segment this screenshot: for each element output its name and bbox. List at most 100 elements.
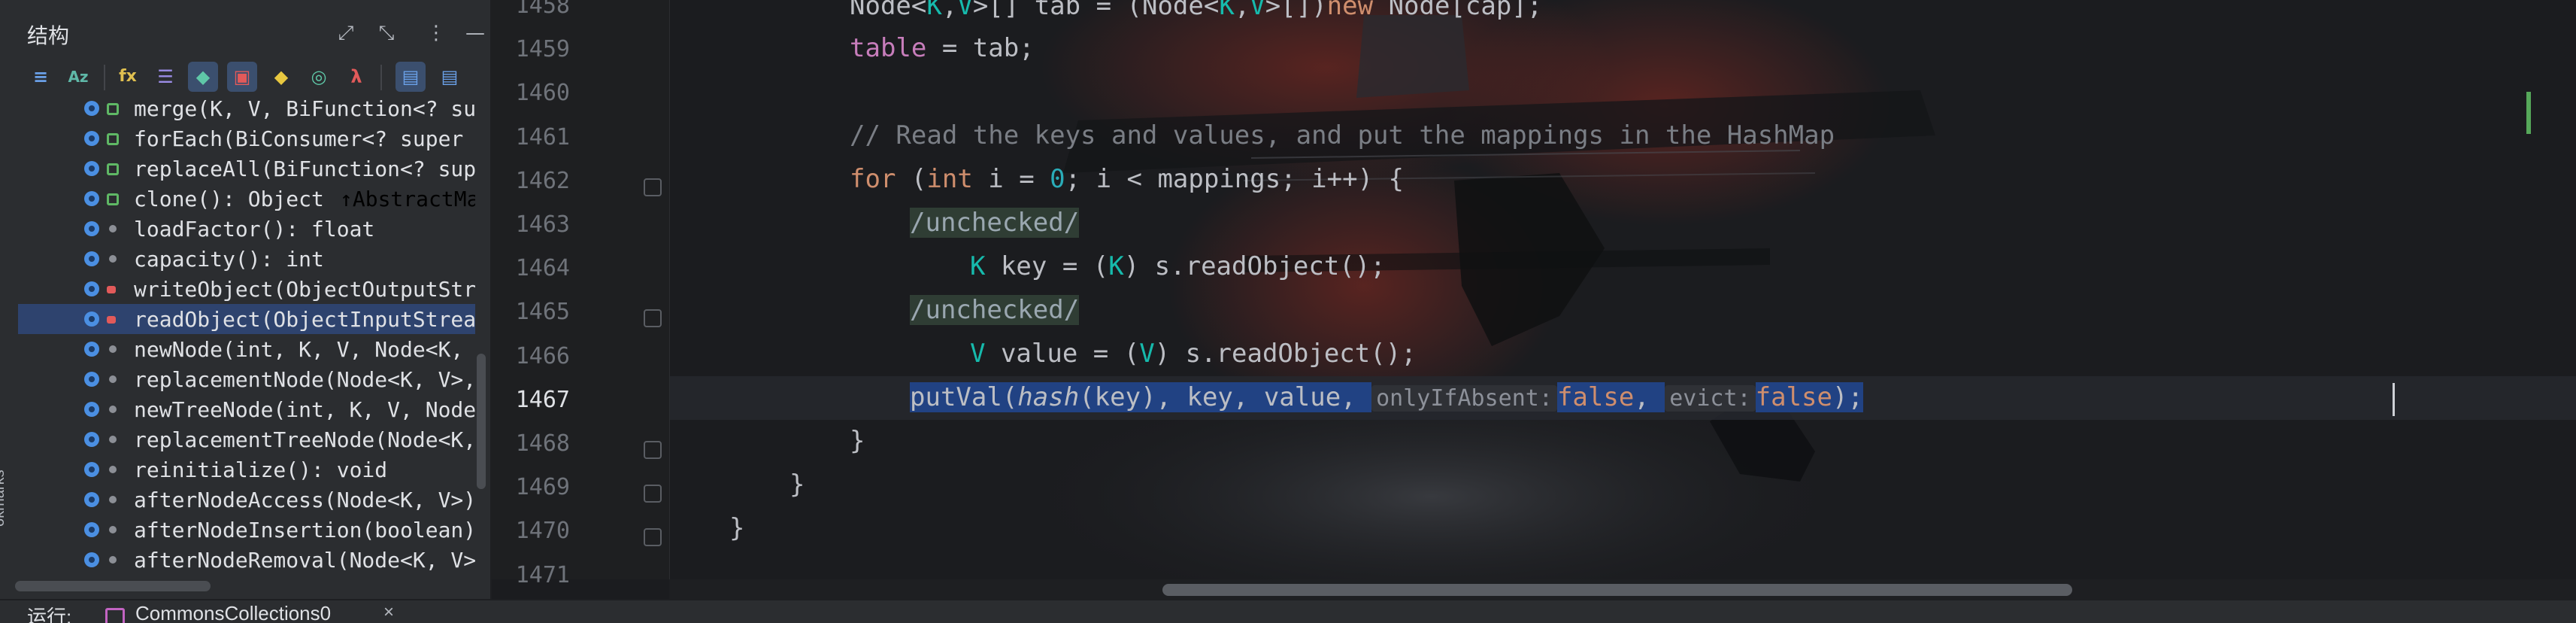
fold-marker-icon[interactable] [644, 528, 662, 546]
structure-item-label: newNode(int, K, V, Node<K, [134, 337, 464, 362]
line-number[interactable]: 1461 [502, 124, 570, 150]
structure-item[interactable]: afterNodeRemoval(Node<K, V> [18, 545, 475, 575]
show-properties-icon[interactable]: ☰ [150, 62, 180, 92]
structure-item[interactable]: clone(): Object ↑AbstractMa [18, 184, 475, 214]
structure-item[interactable]: newTreeNode(int, K, V, Node [18, 394, 475, 424]
show-tags-icon[interactable]: ◆ [188, 62, 218, 92]
show-inherited-icon[interactable]: ◆ [266, 62, 296, 92]
fold-marker-icon[interactable] [644, 485, 662, 503]
type-param: V [970, 339, 986, 369]
navigate-to-source-icon[interactable]: ▤ [435, 62, 465, 92]
structure-item[interactable]: newNode(int, K, V, Node<K, [18, 334, 475, 364]
structure-item[interactable]: replacementNode(Node<K, V>, [18, 364, 475, 394]
line-number[interactable]: 1467 [502, 387, 570, 413]
line-number[interactable]: 1463 [502, 211, 570, 238]
navigate-from-source-icon[interactable]: ▤ [395, 62, 426, 92]
show-fields-icon[interactable]: fx [113, 62, 143, 92]
editor-horizontal-scrollbar[interactable] [669, 579, 2576, 599]
line-number[interactable]: 1470 [502, 518, 570, 544]
structure-item[interactable]: merge(K, V, BiFunction<? su [18, 93, 475, 123]
change-marker[interactable] [2526, 92, 2531, 134]
line-number[interactable]: 1465 [502, 299, 570, 325]
code-line-1463: /unchecked/ [910, 208, 1080, 238]
code-line-1470: } [729, 513, 745, 543]
keyword: int [926, 164, 973, 194]
code-line-1468: } [850, 426, 865, 456]
method-icon [83, 99, 101, 117]
package-access-icon [109, 466, 117, 473]
code-text: (key), key, value, [1079, 382, 1372, 412]
line-number[interactable]: 1464 [502, 255, 570, 281]
structure-item-label: newTreeNode(int, K, V, Node [134, 397, 475, 422]
method-icon [83, 250, 101, 268]
structure-title: 结构 [27, 24, 70, 47]
code-text: >[]) [1265, 0, 1327, 21]
close-icon[interactable]: × [383, 602, 394, 623]
line-number[interactable]: 1468 [502, 430, 570, 457]
line-number[interactable]: 1458 [502, 0, 570, 19]
minimize-icon[interactable]: — [460, 18, 490, 48]
run-label: 运行: [27, 606, 72, 623]
tree-horizontal-scrollbar[interactable] [15, 581, 211, 591]
bookmarks-side-label[interactable]: okmarks [0, 470, 8, 527]
line-number[interactable]: 1459 [502, 36, 570, 62]
structure-item[interactable]: afterNodeAccess(Node<K, V>) [18, 485, 475, 515]
sort-visibility-icon[interactable]: ≡ [26, 62, 56, 92]
package-access-icon [109, 526, 117, 533]
structure-item[interactable]: writeObject(ObjectOutputStr [18, 274, 475, 304]
structure-item[interactable]: replacementTreeNode(Node<K, [18, 424, 475, 454]
expand-icon[interactable]: ⤢ [331, 18, 361, 48]
structure-item[interactable]: reinitialize(): void [18, 454, 475, 485]
structure-item[interactable]: loadFactor(): float [18, 214, 475, 244]
run-toolwindow-bar: 运行: CommonsCollections0 × [0, 599, 2576, 623]
method-icon [83, 460, 101, 479]
code-line-1465: /unchecked/ [910, 295, 1080, 325]
line-number[interactable]: 1466 [502, 343, 570, 369]
method-icon [83, 340, 101, 358]
keyword: false [1755, 382, 1832, 412]
fold-marker-icon[interactable] [644, 178, 662, 196]
line-number[interactable]: 1462 [502, 168, 570, 194]
keyword: false [1556, 382, 1635, 412]
structure-item[interactable]: afterNodeInsertion(boolean) [18, 515, 475, 545]
structure-item[interactable]: capacity(): int [18, 244, 475, 274]
public-access-icon [107, 133, 119, 145]
scrollbar-thumb[interactable] [1162, 584, 2072, 596]
structure-item-label: replacementNode(Node<K, V>, [134, 367, 475, 392]
line-number[interactable]: 1471 [502, 562, 570, 588]
line-number[interactable]: 1469 [502, 474, 570, 500]
line-number[interactable]: 1460 [502, 80, 570, 106]
structure-header: 结构 ⤢ ⤡ ⋮ — [0, 0, 490, 66]
method-icon [83, 551, 101, 569]
fold-marker-icon[interactable] [644, 441, 662, 459]
fold-marker-icon[interactable] [644, 309, 662, 327]
code-text: ); [1832, 382, 1863, 412]
type-param: V [1139, 339, 1155, 369]
keyword: for [850, 164, 896, 194]
code-line-1467: putVal(hash(key), key, value, onlyIfAbse… [910, 382, 1863, 412]
structure-item[interactable]: replaceAll(BiFunction<? sup [18, 153, 475, 184]
code-text: i = [972, 164, 1050, 194]
show-non-public-icon[interactable]: ▣ [227, 62, 257, 92]
run-tab-title[interactable]: CommonsCollections0 [135, 602, 331, 623]
code-text: putVal( [910, 382, 1018, 412]
tree-vertical-scrollbar[interactable] [477, 354, 486, 489]
collapse-icon[interactable]: ⤡ [371, 18, 402, 48]
public-access-icon [107, 193, 119, 205]
show-anonymous-icon[interactable]: ◎ [304, 62, 334, 92]
structure-item[interactable]: readObject(ObjectInputStrea [18, 304, 475, 334]
code-editor[interactable]: 1458 1459 1460 1461 1462 1463 1464 1465 1466 1467… [492, 0, 2576, 599]
structure-item-label: forEach(BiConsumer<? super [134, 126, 464, 151]
structure-item[interactable]: forEach(BiConsumer<? super [18, 123, 475, 153]
package-access-icon [109, 225, 117, 232]
more-icon[interactable]: ⋮ [421, 18, 451, 48]
type-param: K [926, 0, 942, 21]
structure-item-label: reinitialize(): void [134, 457, 388, 482]
text-caret [2393, 383, 2395, 416]
type-param: K [1219, 0, 1235, 21]
show-lambdas-icon[interactable]: λ [341, 62, 371, 92]
package-access-icon [109, 345, 117, 353]
public-access-icon [107, 103, 119, 115]
sort-alpha-icon[interactable]: Az [63, 62, 93, 92]
code-text: = tab; [926, 33, 1035, 63]
